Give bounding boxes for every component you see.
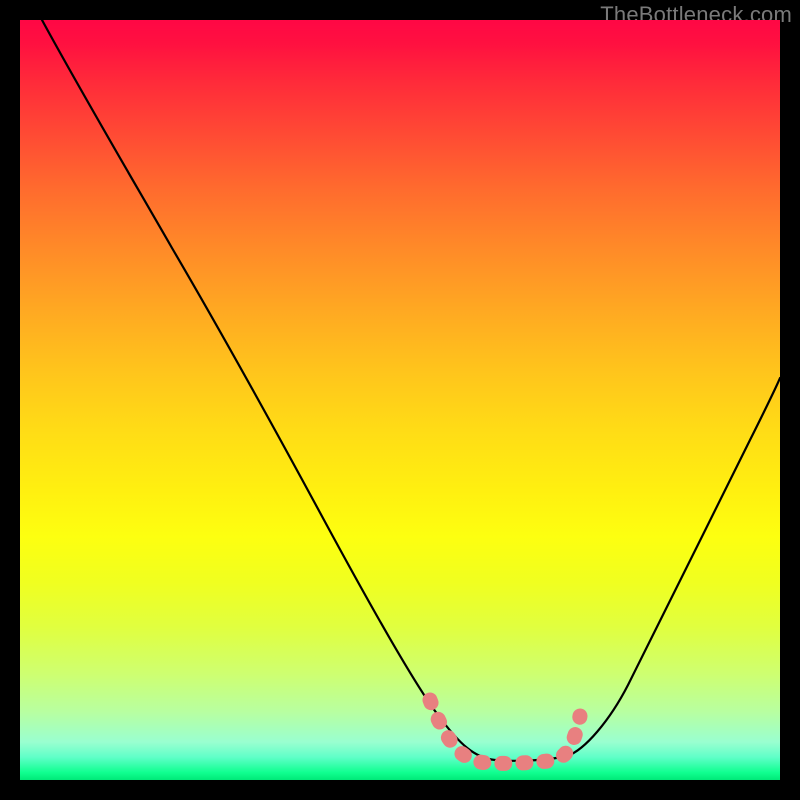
optimal-zone-marker [430,700,580,763]
chart-container: TheBottleneck.com [0,0,800,800]
chart-svg [20,20,780,780]
plot-area [20,20,780,780]
bottleneck-curve-line [42,20,780,761]
